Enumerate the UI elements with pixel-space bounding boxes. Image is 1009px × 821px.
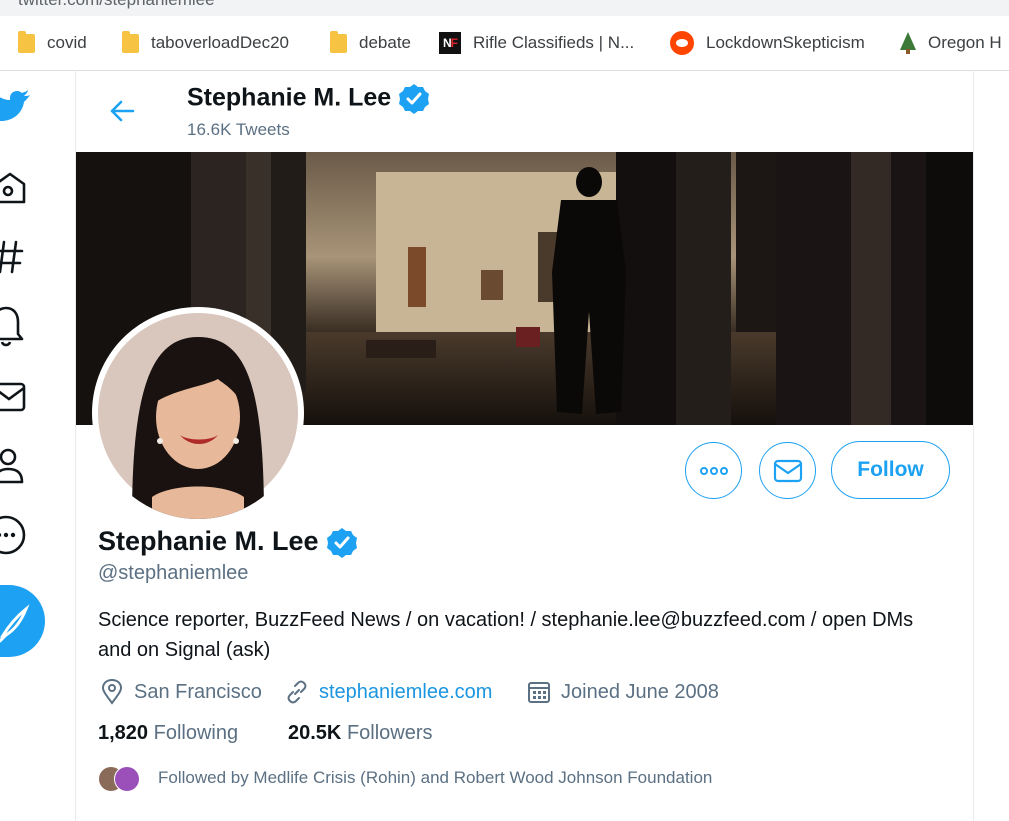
bookmarks-bar: covid taboverloadDec20 debate NF Rifle C…: [0, 16, 1009, 71]
message-button[interactable]: [759, 442, 816, 499]
follow-button[interactable]: Follow: [831, 441, 950, 499]
profile-bio: Science reporter, BuzzFeed News / on vac…: [98, 609, 914, 661]
followers-count: 20.5K: [288, 722, 342, 744]
profile-handle: @stephaniemlee: [98, 562, 249, 584]
followers-label: Followers: [346, 722, 433, 744]
profile-avatar[interactable]: [92, 307, 304, 519]
calendar-icon: [528, 682, 550, 703]
verified-badge-icon: [399, 84, 430, 114]
joined-text: Joined June 2008: [561, 680, 719, 703]
location-text: San Francisco: [134, 680, 262, 703]
reddit-icon: [670, 31, 694, 55]
compose-feather-icon: [0, 604, 30, 643]
more-icon[interactable]: [0, 514, 30, 556]
bookmark-label: taboverloadDec20: [151, 33, 289, 52]
bookmark-label: debate: [359, 33, 411, 52]
followed-by-section[interactable]: Followed by Medlife Crisis (Rohin) and R…: [98, 764, 712, 794]
bookmark-oregon[interactable]: Oregon H: [900, 30, 1002, 56]
followed-by-text: Followed by Medlife Crisis (Rohin) and R…: [158, 768, 713, 787]
avatar-photo: [98, 313, 298, 519]
profile-header: Stephanie M. Lee 16.6K Tweets: [76, 70, 973, 151]
profile-person-icon[interactable]: [0, 446, 30, 486]
verified-badge-icon: [327, 527, 358, 558]
profile-website[interactable]: stephaniemlee.com: [285, 678, 492, 706]
profile-joined-date: Joined June 2008: [527, 678, 719, 706]
bookmark-taboverloadDec20[interactable]: taboverloadDec20: [122, 30, 289, 56]
location-pin-icon: [101, 679, 123, 705]
tree-icon: [900, 32, 916, 54]
explore-hashtag-icon[interactable]: [0, 240, 28, 274]
website-link[interactable]: stephaniemlee.com: [319, 681, 492, 704]
link-icon: [287, 680, 307, 704]
twitter-bird-icon[interactable]: [0, 90, 32, 130]
address-bar[interactable]: twitter.com/stephaniemlee: [0, 0, 1009, 16]
profile-name-text: Stephanie M. Lee: [98, 526, 319, 556]
follower-avatar: [114, 766, 140, 792]
back-arrow-icon[interactable]: [105, 94, 139, 128]
bookmark-debate[interactable]: debate: [330, 30, 411, 56]
messages-envelope-icon[interactable]: [0, 380, 30, 414]
profile-name: Stephanie M. Lee: [98, 526, 358, 559]
notifications-bell-icon[interactable]: [0, 306, 30, 348]
bookmark-rifle-classifieds[interactable]: NF Rifle Classifieds | N...: [439, 30, 634, 56]
bookmark-lockdownskepticism[interactable]: LockdownSkepticism: [670, 30, 865, 56]
compose-tweet-button[interactable]: [0, 585, 45, 657]
bookmark-label: LockdownSkepticism: [706, 33, 865, 52]
envelope-icon: [773, 459, 802, 482]
following-label: Following: [153, 722, 239, 744]
following-count: 1,820: [98, 722, 149, 744]
profile-location: San Francisco: [100, 678, 262, 706]
tweet-count: 16.6K Tweets: [187, 120, 290, 139]
more-options-button[interactable]: [685, 442, 742, 499]
bookmark-label: Oregon H: [928, 33, 1002, 52]
bookmark-covid[interactable]: covid: [18, 30, 87, 56]
folder-icon: [18, 30, 35, 53]
column-border-right: [973, 70, 974, 821]
folder-icon: [330, 30, 347, 53]
following-stat[interactable]: 1,820 Following: [98, 722, 238, 745]
more-dots-icon: [699, 466, 728, 475]
nf-logo-icon: NF: [439, 32, 461, 54]
header-name: Stephanie M. Lee: [187, 83, 430, 115]
header-name-text: Stephanie M. Lee: [187, 83, 392, 112]
followers-stat[interactable]: 20.5K Followers: [288, 722, 433, 745]
folder-icon: [122, 30, 139, 53]
bookmark-label: covid: [47, 33, 87, 52]
home-icon[interactable]: [0, 170, 30, 206]
bookmark-label: Rifle Classifieds | N...: [473, 33, 635, 52]
url-text[interactable]: twitter.com/stephaniemlee: [18, 0, 215, 10]
